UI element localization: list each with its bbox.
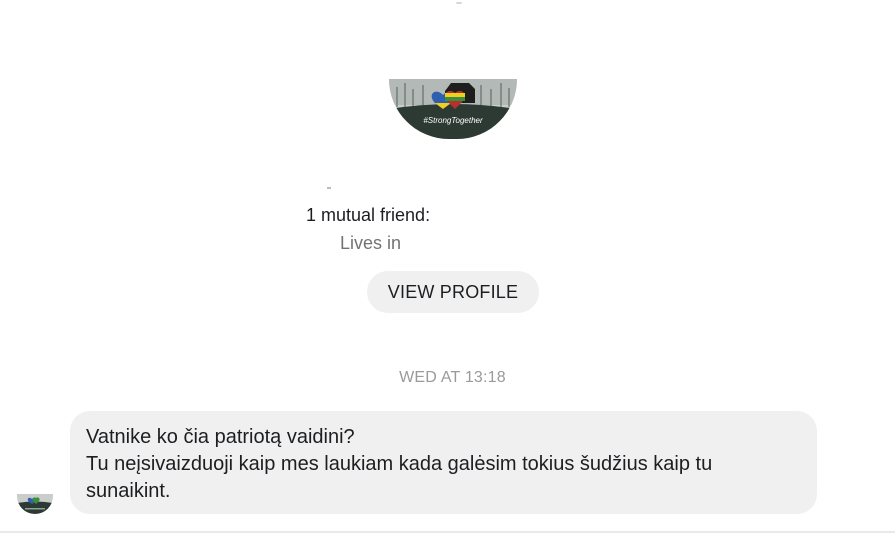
lives-in-text: Lives in <box>340 233 402 253</box>
divider <box>0 531 895 533</box>
message-timestamp: WED AT 13:18 <box>399 369 506 386</box>
message-bubble[interactable]: Vatnike ko čia patriotą vaidini? Tu neįs… <box>70 411 817 514</box>
top-indicator <box>456 2 462 4</box>
avatar-badge-text: #StrongTogether <box>423 116 483 125</box>
view-profile-button[interactable]: VIEW PROFILE <box>367 271 539 313</box>
profile-avatar[interactable]: #StrongTogether <box>389 79 517 139</box>
message-line: sunaikint. <box>86 480 171 502</box>
strongtogether-avatar-icon: #StrongTogether <box>389 79 517 139</box>
message-line: Tu neįsivaizduoji kaip mes laukiam kada … <box>86 453 713 475</box>
messenger-conversation: #StrongTogether 1 mutual friend: Lives i… <box>0 0 895 554</box>
profile-name-placeholder <box>327 187 331 189</box>
mutual-friends-text: 1 mutual friend: <box>306 205 431 225</box>
strongtogether-avatar-small-icon <box>17 494 53 514</box>
message-line: Vatnike ko čia patriotą vaidini? <box>86 426 355 448</box>
sender-avatar[interactable] <box>17 494 53 514</box>
